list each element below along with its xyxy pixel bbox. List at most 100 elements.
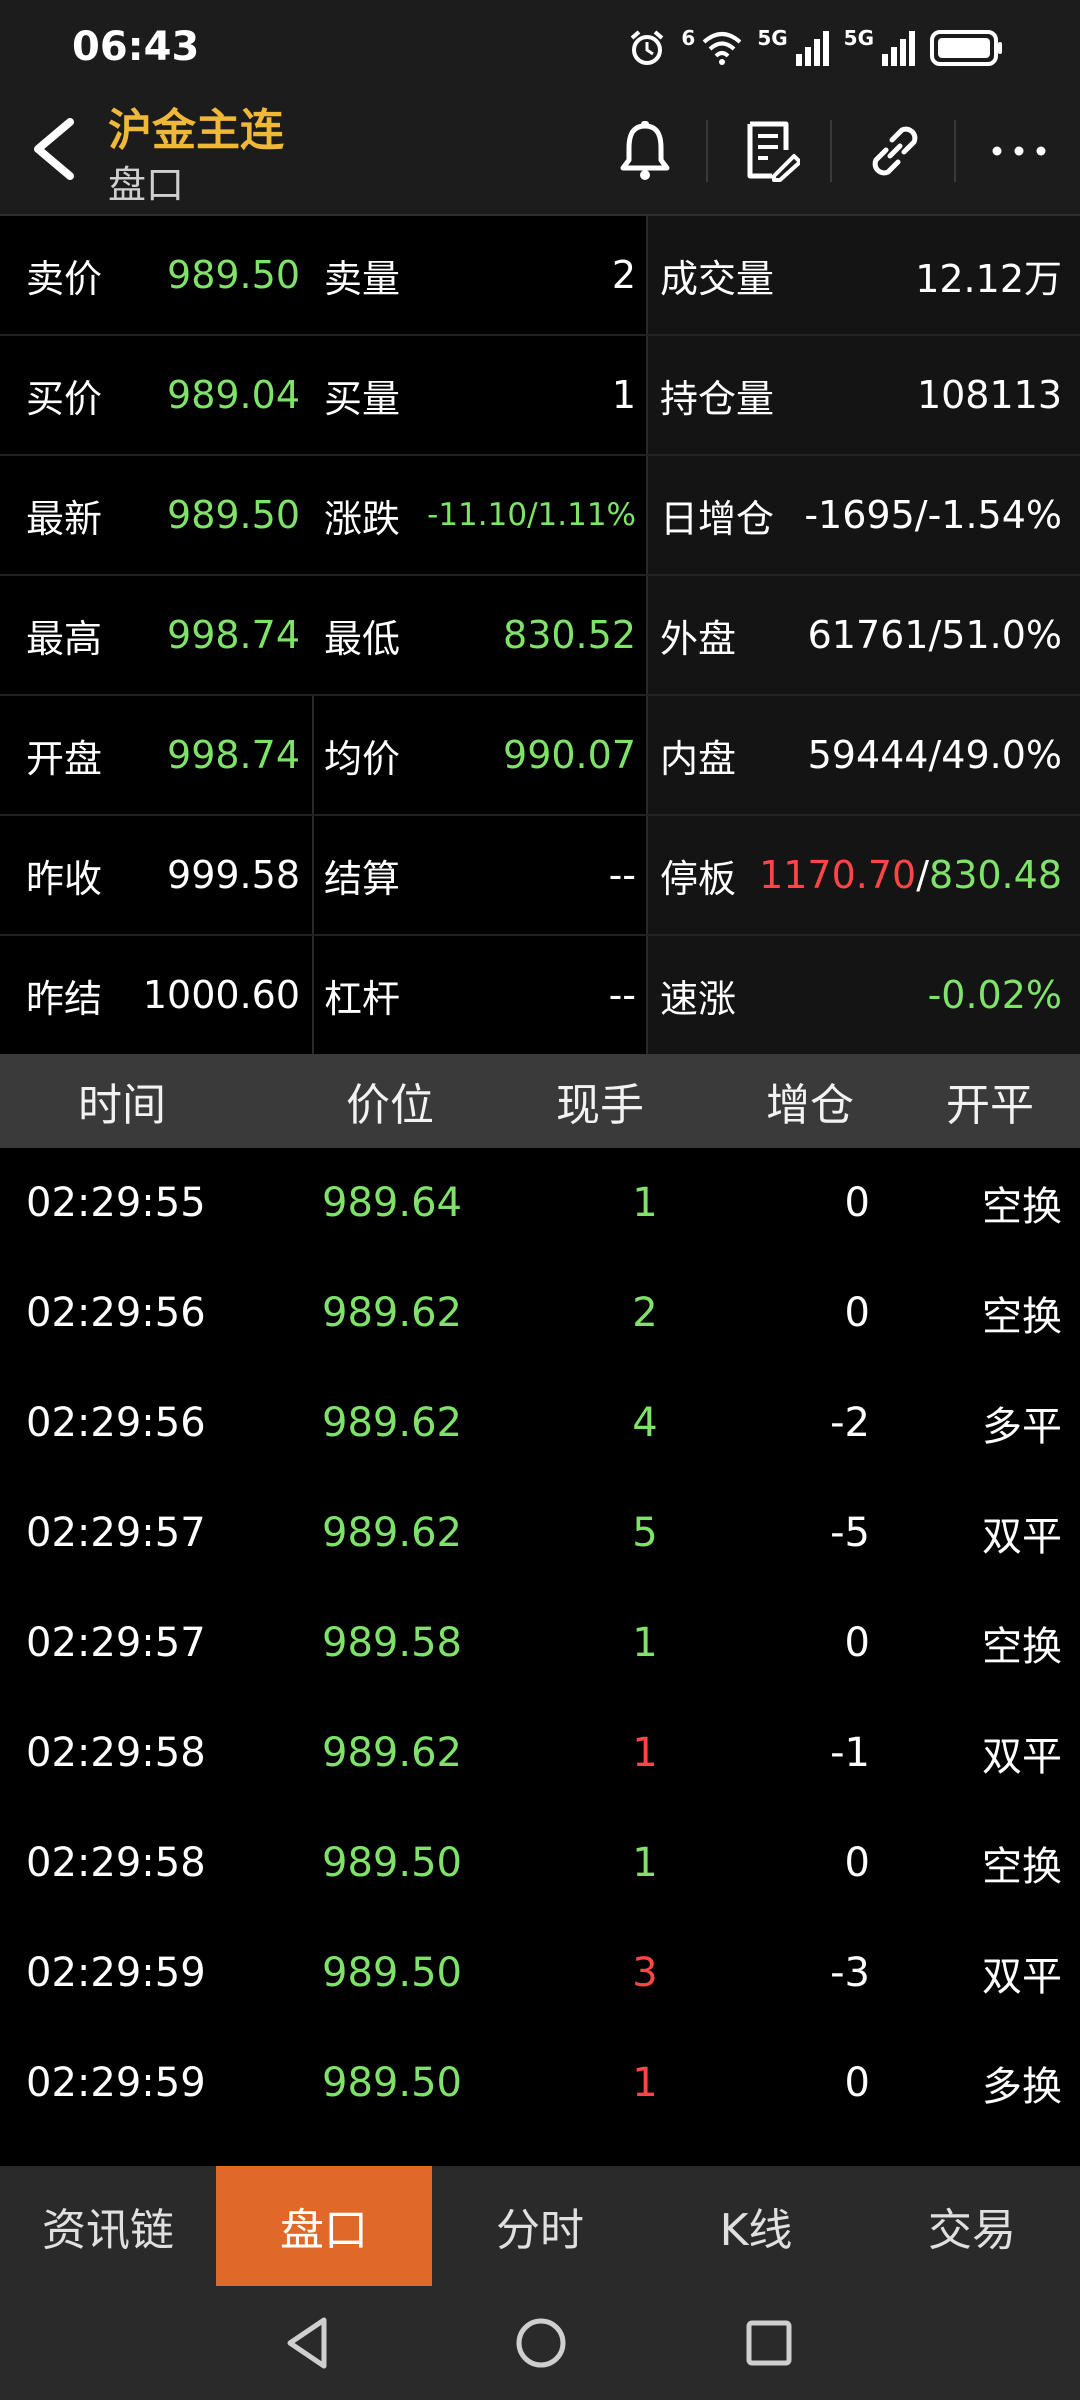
note-button[interactable] bbox=[736, 116, 806, 186]
quote-value: 989.50 bbox=[167, 253, 300, 297]
header-separator bbox=[830, 120, 832, 182]
status-bar: 06:43 6 5G 5G bbox=[0, 0, 1080, 84]
tick-price: 989.62 bbox=[322, 1400, 462, 1446]
ticks-table-header: 时间 价位 现手 增仓 开平 bbox=[0, 1054, 1080, 1148]
tick-volume: 1 bbox=[632, 1180, 658, 1226]
quote-value: 990.07 bbox=[503, 733, 636, 777]
tick-time: 02:29:57 bbox=[26, 1620, 206, 1666]
tick-open-close: 空换 bbox=[982, 1184, 1062, 1230]
note-icon bbox=[747, 121, 800, 182]
tick-time: 02:29:58 bbox=[26, 1730, 206, 1776]
tick-oi-change: -1 bbox=[830, 1730, 870, 1776]
tick-open-close: 双平 bbox=[982, 1734, 1062, 1780]
limit-up-price: 1170.70 bbox=[759, 853, 917, 897]
limit-separator: / bbox=[916, 853, 930, 897]
quote-value: 999.58 bbox=[167, 853, 300, 897]
tick-oi-change: 0 bbox=[844, 1290, 870, 1336]
tab-news-chain[interactable]: 资讯链 bbox=[0, 2166, 216, 2286]
tick-price: 989.62 bbox=[322, 1290, 462, 1336]
table-row: 02:29:55 989.64 1 0 空换 bbox=[0, 1148, 1080, 1258]
system-nav-bar bbox=[0, 2286, 1080, 2400]
quote-value: -1695/-1.54% bbox=[804, 493, 1062, 537]
tick-price: 989.50 bbox=[322, 1950, 462, 1996]
more-icon bbox=[992, 146, 1046, 156]
quote-value: 1000.60 bbox=[142, 973, 300, 1017]
tick-oi-change: 0 bbox=[844, 1620, 870, 1666]
quote-row: 最高 998.74 最低 830.52 外盘 61761/51.0% bbox=[0, 576, 1080, 696]
page-title: 沪金主连 bbox=[108, 105, 284, 156]
wifi-icon bbox=[702, 32, 742, 65]
limit-prices: 1170.70/830.48 bbox=[740, 816, 1062, 934]
back-triangle-icon bbox=[287, 2317, 327, 2369]
tab-kline[interactable]: K线 bbox=[648, 2166, 864, 2286]
nav-recents-button[interactable] bbox=[736, 2310, 802, 2376]
tick-oi-change: 0 bbox=[844, 1180, 870, 1226]
table-row: 02:29:57 989.58 1 0 空换 bbox=[0, 1588, 1080, 1698]
page-subtitle: 盘口 bbox=[108, 163, 185, 207]
quote-row: 昨收 999.58 结算 -- 停板 1170.70/830.48 bbox=[0, 816, 1080, 936]
quote-value: 998.74 bbox=[167, 733, 300, 777]
tick-open-close: 空换 bbox=[982, 1844, 1062, 1890]
tick-price: 989.62 bbox=[322, 1510, 462, 1556]
quote-value: -- bbox=[608, 853, 636, 897]
tick-time: 02:29:57 bbox=[26, 1510, 206, 1556]
tick-price: 989.62 bbox=[322, 1730, 462, 1776]
tick-volume: 1 bbox=[632, 1730, 658, 1776]
status-icons: 6 5G 5G bbox=[627, 26, 1004, 70]
tab-order-book[interactable]: 盘口 bbox=[216, 2166, 432, 2286]
header-volume: 现手 bbox=[556, 1080, 644, 1131]
tick-volume: 5 bbox=[632, 1510, 658, 1556]
app-header: 沪金主连 盘口 bbox=[0, 84, 1080, 216]
signal-icon bbox=[795, 31, 829, 66]
tick-oi-change: 0 bbox=[844, 2060, 870, 2106]
limit-down-price: 830.48 bbox=[929, 853, 1062, 897]
tick-time: 02:29:56 bbox=[26, 1290, 206, 1336]
quote-value: 989.04 bbox=[167, 373, 300, 417]
tab-intraday[interactable]: 分时 bbox=[432, 2166, 648, 2286]
tick-oi-change: 0 bbox=[844, 1840, 870, 1886]
tick-oi-change: -2 bbox=[830, 1400, 870, 1446]
tick-open-close: 空换 bbox=[982, 1294, 1062, 1340]
tick-price: 989.58 bbox=[322, 1620, 462, 1666]
link-button[interactable] bbox=[860, 116, 930, 186]
quote-value: 108113 bbox=[916, 373, 1062, 417]
alert-button[interactable] bbox=[610, 116, 680, 186]
back-button[interactable] bbox=[22, 114, 92, 184]
network-label-5g-2: 5G bbox=[843, 26, 874, 50]
table-row: 02:29:59 989.50 3 -3 双平 bbox=[0, 1918, 1080, 2028]
network-label: 6 bbox=[681, 26, 696, 50]
header-price: 价位 bbox=[346, 1080, 434, 1131]
tick-oi-change: -5 bbox=[830, 1510, 870, 1556]
quote-row: 开盘 998.74 均价 990.07 内盘 59444/49.0% bbox=[0, 696, 1080, 816]
tick-volume: 2 bbox=[632, 1290, 658, 1336]
quote-value: 989.50 bbox=[167, 493, 300, 537]
table-row: 02:29:56 989.62 4 -2 多平 bbox=[0, 1368, 1080, 1478]
quote-value: 12.12万 bbox=[915, 256, 1062, 301]
tick-time: 02:29:55 bbox=[26, 1180, 206, 1226]
header-oi-change: 增仓 bbox=[766, 1080, 854, 1131]
header-separator bbox=[954, 120, 956, 182]
quote-value: -0.02% bbox=[927, 973, 1062, 1017]
nav-home-button[interactable] bbox=[508, 2310, 574, 2376]
tab-trade[interactable]: 交易 bbox=[864, 2166, 1080, 2286]
tick-oi-change: -3 bbox=[830, 1950, 870, 1996]
header-time: 时间 bbox=[78, 1080, 166, 1131]
tick-time: 02:29:58 bbox=[26, 1840, 206, 1886]
quote-value: 59444/49.0% bbox=[807, 733, 1062, 777]
tick-time: 02:29:56 bbox=[26, 1400, 206, 1446]
tick-open-close: 空换 bbox=[982, 1624, 1062, 1670]
quote-row: 买价 989.04 买量 1 持仓量 108113 bbox=[0, 336, 1080, 456]
quote-value: 830.52 bbox=[503, 613, 636, 657]
quote-panel: 卖价 989.50 卖量 2 成交量 12.12万 买价 989.04 买量 1 持仓量 108113… bbox=[0, 216, 1080, 1056]
tick-time: 02:29:59 bbox=[26, 1950, 206, 1996]
table-row: 02:29:58 989.50 1 0 空换 bbox=[0, 1808, 1080, 1918]
tick-volume: 1 bbox=[632, 1620, 658, 1666]
nav-back-button[interactable] bbox=[276, 2310, 342, 2376]
header-separator bbox=[706, 120, 708, 182]
tick-volume: 1 bbox=[632, 1840, 658, 1886]
status-time: 06:43 bbox=[72, 24, 200, 70]
quote-value: 998.74 bbox=[167, 613, 300, 657]
more-button[interactable] bbox=[984, 116, 1054, 186]
quote-value: 1 bbox=[611, 373, 636, 417]
tick-open-close: 双平 bbox=[982, 1954, 1062, 2000]
